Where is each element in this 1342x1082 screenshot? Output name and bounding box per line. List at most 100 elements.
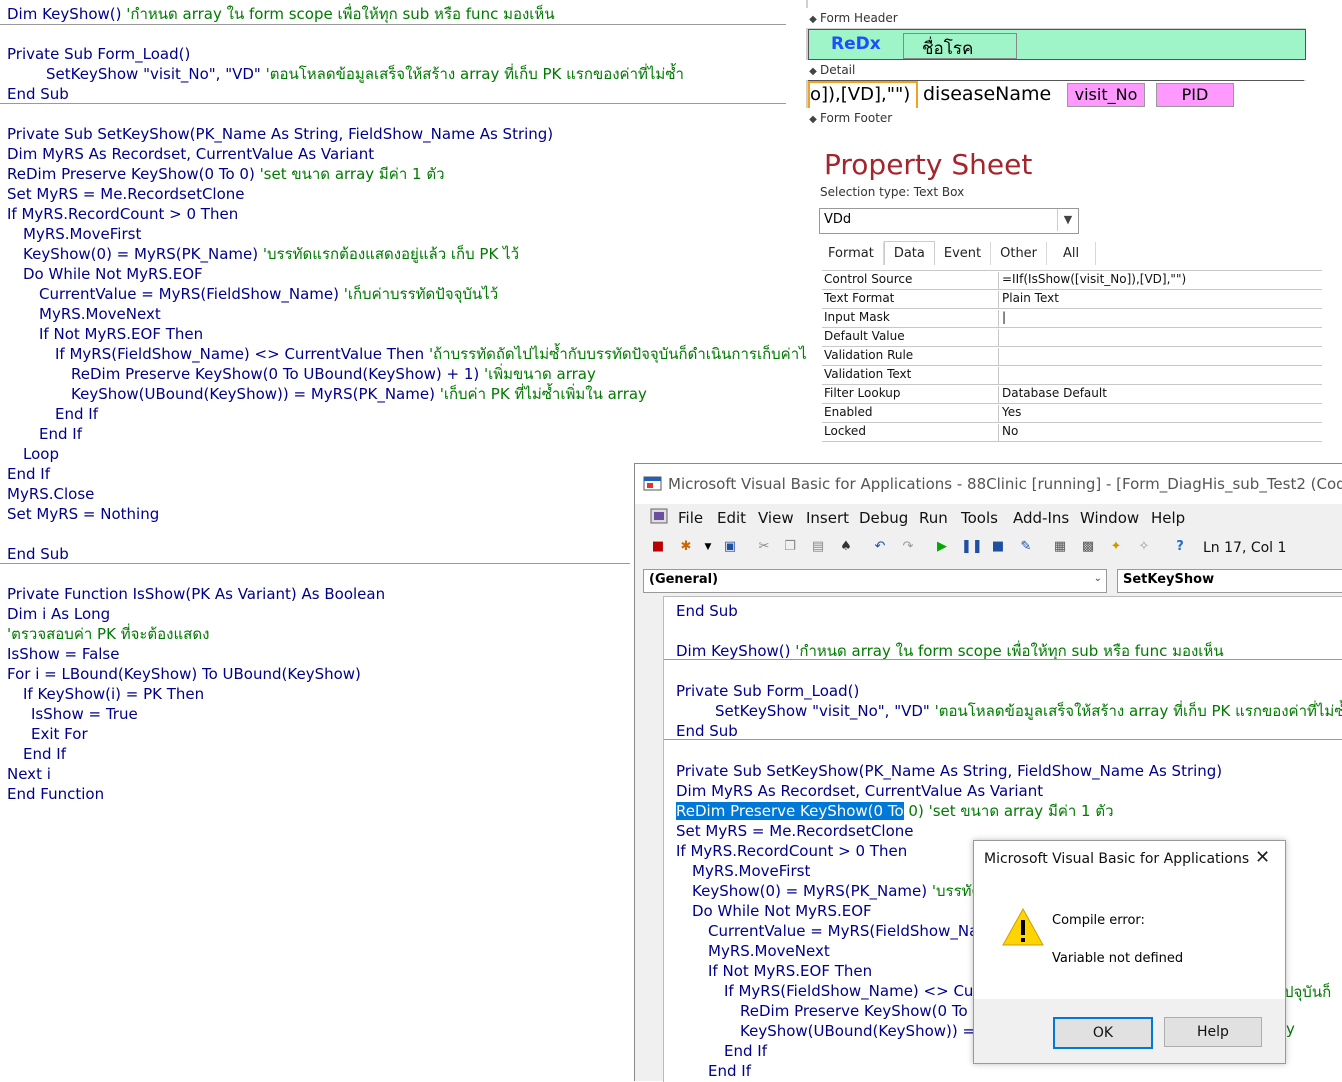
code-line[interactable]: Do While Not MyRS.EOF xyxy=(692,901,872,921)
code-line[interactable]: Set MyRS = Me.RecordsetClone xyxy=(676,821,914,841)
property-row[interactable]: Enabled Yes xyxy=(822,404,1322,423)
property-row[interactable]: Locked No xyxy=(822,423,1322,442)
reset-icon[interactable]: ■ xyxy=(989,538,1007,556)
property-sheet[interactable]: Property Sheet Selection type: Text Box … xyxy=(806,128,1342,460)
property-value[interactable]: Database Default xyxy=(1002,386,1107,400)
code-line[interactable]: End Sub xyxy=(676,601,738,621)
code-line[interactable]: Private Sub SetKeyShow(PK_Name As String… xyxy=(676,761,1222,781)
copy-icon[interactable]: ❐ xyxy=(781,538,799,556)
properties-icon[interactable]: ▩ xyxy=(1079,538,1097,556)
tab-other[interactable]: Other xyxy=(991,242,1048,265)
code-line[interactable]: KeyShow(0) = MyRS(PK_Name) 'บรรทัดแ xyxy=(692,881,991,901)
code-line[interactable]: End Sub xyxy=(676,721,738,741)
menu-edit[interactable]: Edit xyxy=(717,509,746,527)
compile-error-dialog[interactable]: Microsoft Visual Basic for Applications … xyxy=(973,840,1286,1064)
tab-data[interactable]: Data xyxy=(883,241,935,265)
project-explorer-icon[interactable]: ▦ xyxy=(1051,538,1069,556)
paste-icon[interactable]: ▤ xyxy=(809,538,827,556)
menu-file[interactable]: File xyxy=(678,509,703,527)
code-line[interactable]: If MyRS(FieldShow_Name) <> Curre xyxy=(724,981,994,1001)
design-mode-icon[interactable]: ✎ xyxy=(1017,538,1035,556)
vba-menu-bar[interactable]: File Edit View Insert Debug Run Tools Ad… xyxy=(635,504,1342,532)
code-line[interactable]: IsShow = True xyxy=(31,704,138,724)
property-row[interactable]: Default Value xyxy=(822,328,1322,347)
code-line[interactable]: End Function xyxy=(7,784,104,804)
redo-icon[interactable]: ↷ xyxy=(899,538,917,556)
code-line[interactable]: Dim MyRS As Recordset, CurrentValue As V… xyxy=(7,144,374,164)
property-value[interactable]: Plain Text xyxy=(1002,291,1059,305)
code-line[interactable]: End If xyxy=(23,744,66,764)
header-section[interactable]: ReDx ชื่อโรค xyxy=(808,29,1306,60)
code-line[interactable]: End Sub xyxy=(7,544,69,564)
code-line[interactable]: If MyRS(FieldShow_Name) <> CurrentValue … xyxy=(55,344,815,364)
property-grid[interactable]: Control Source =IIf(IsShow([visit_No]),[V… xyxy=(822,270,1322,442)
code-line[interactable]: SetKeyShow "visit_No", "VD" 'ตอนโหลดข้อม… xyxy=(715,701,1342,721)
close-icon[interactable]: ✕ xyxy=(1255,847,1270,868)
menu-view[interactable]: View xyxy=(758,509,794,527)
chevron-down-icon[interactable]: ▼ xyxy=(699,538,717,556)
code-line[interactable]: Set MyRS = Me.RecordsetClone xyxy=(7,184,245,204)
code-line[interactable]: Dim i As Long xyxy=(7,604,110,624)
vd-textbox[interactable]: o]),[VD],"") xyxy=(808,81,918,110)
code-line[interactable]: End If xyxy=(724,1041,767,1061)
code-line[interactable]: ReDim Preserve KeyShow(0 To UBound(KeySh… xyxy=(71,364,596,384)
code-line[interactable]: End If xyxy=(7,464,50,484)
code-line[interactable]: Private Function IsShow(PK As Variant) A… xyxy=(7,584,385,604)
menu-tools[interactable]: Tools xyxy=(961,509,998,527)
code-line[interactable]: SetKeyShow "visit_No", "VD" 'ตอนโหลดข้อม… xyxy=(46,64,684,84)
code-line[interactable]: If Not MyRS.EOF Then xyxy=(708,961,872,981)
code-line[interactable]: MyRS.MoveFirst xyxy=(23,224,141,244)
code-line[interactable]: MyRS.Close xyxy=(7,484,94,504)
property-row[interactable]: Validation Text xyxy=(822,366,1322,385)
code-line[interactable]: Dim MyRS As Recordset, CurrentValue As V… xyxy=(676,781,1043,801)
visit-no-field[interactable]: visit_No xyxy=(1067,83,1145,107)
code-line[interactable]: Exit For xyxy=(31,724,88,744)
code-line[interactable]: End If xyxy=(39,424,82,444)
code-line[interactable]: Private Sub SetKeyShow(PK_Name As String… xyxy=(7,124,553,144)
help-button[interactable]: Help xyxy=(1164,1017,1262,1047)
property-row[interactable]: Input Mask | xyxy=(822,309,1322,328)
tab-format[interactable]: Format xyxy=(819,242,884,265)
ok-button[interactable]: OK xyxy=(1053,1017,1153,1049)
code-line[interactable]: For i = LBound(KeyShow) To UBound(KeySho… xyxy=(7,664,361,684)
pid-field[interactable]: PID xyxy=(1156,83,1234,107)
code-line[interactable]: Next i xyxy=(7,764,51,784)
code-line[interactable]: MyRS.MoveNext xyxy=(39,304,161,324)
control-selector[interactable]: VDd ▼ xyxy=(819,208,1079,234)
save-icon[interactable]: ▣ xyxy=(721,538,739,556)
disease-label-box[interactable]: ชื่อโรค xyxy=(903,33,1017,59)
menu-insert[interactable]: Insert xyxy=(806,509,849,527)
code-line[interactable]: Dim KeyShow() 'กำหนด array ใน form scope… xyxy=(676,641,1224,661)
code-line[interactable]: End If xyxy=(708,1061,751,1081)
code-line[interactable]: If Not MyRS.EOF Then xyxy=(39,324,203,344)
menu-help[interactable]: Help xyxy=(1151,509,1185,527)
code-line[interactable]: KeyShow(UBound(KeyShow)) = N xyxy=(740,1021,991,1041)
code-line[interactable]: Dim KeyShow() 'กำหนด array ใน form scope… xyxy=(7,4,555,24)
code-line[interactable]: Private Sub Form_Load() xyxy=(676,681,859,701)
code-line[interactable]: CurrentValue = MyRS(FieldShow_Name) 'เก็… xyxy=(39,284,498,304)
insert-module-icon[interactable]: ✱ xyxy=(677,538,695,556)
code-line[interactable]: 'ตรวจสอบค่า PK ที่จะต้องแสดง xyxy=(7,624,209,644)
access-icon[interactable] xyxy=(649,507,669,525)
code-line[interactable]: ReDim Preserve KeyShow(0 To 0) 'set ขนาด… xyxy=(676,801,1114,821)
procedure-combo[interactable]: SetKeyShow xyxy=(1117,569,1342,593)
code-line[interactable]: End Sub xyxy=(7,84,69,104)
property-value[interactable]: | xyxy=(1002,310,1006,324)
code-line[interactable]: Do While Not MyRS.EOF xyxy=(23,264,203,284)
code-line[interactable]: If MyRS.RecordCount > 0 Then xyxy=(676,841,907,861)
property-row[interactable]: Control Source =IIf(IsShow([visit_No]),[V… xyxy=(822,271,1322,290)
run-icon[interactable]: ▶ xyxy=(933,538,951,556)
code-line[interactable]: Loop xyxy=(23,444,59,464)
toolbox-icon[interactable]: ✧ xyxy=(1135,538,1153,556)
form-footer-band[interactable]: ◆ Form Footer xyxy=(806,108,1306,130)
detail-section[interactable]: o]),[VD],"") diseaseName visit_No PID xyxy=(808,80,1304,110)
view-object-icon[interactable]: ■ xyxy=(649,538,667,556)
property-row[interactable]: Text Format Plain Text xyxy=(822,290,1322,309)
property-value[interactable]: Yes xyxy=(1002,405,1021,419)
undo-icon[interactable]: ↶ xyxy=(871,538,889,556)
code-line[interactable]: CurrentValue = MyRS(FieldShow_Nar xyxy=(708,921,984,941)
object-combo[interactable]: (General) ⌄ xyxy=(643,569,1107,593)
code-line[interactable]: MyRS.MoveFirst xyxy=(692,861,810,881)
property-value[interactable]: =IIf(IsShow([visit_No]),[VD],"") xyxy=(1002,272,1186,286)
tab-all[interactable]: All xyxy=(1047,242,1097,265)
